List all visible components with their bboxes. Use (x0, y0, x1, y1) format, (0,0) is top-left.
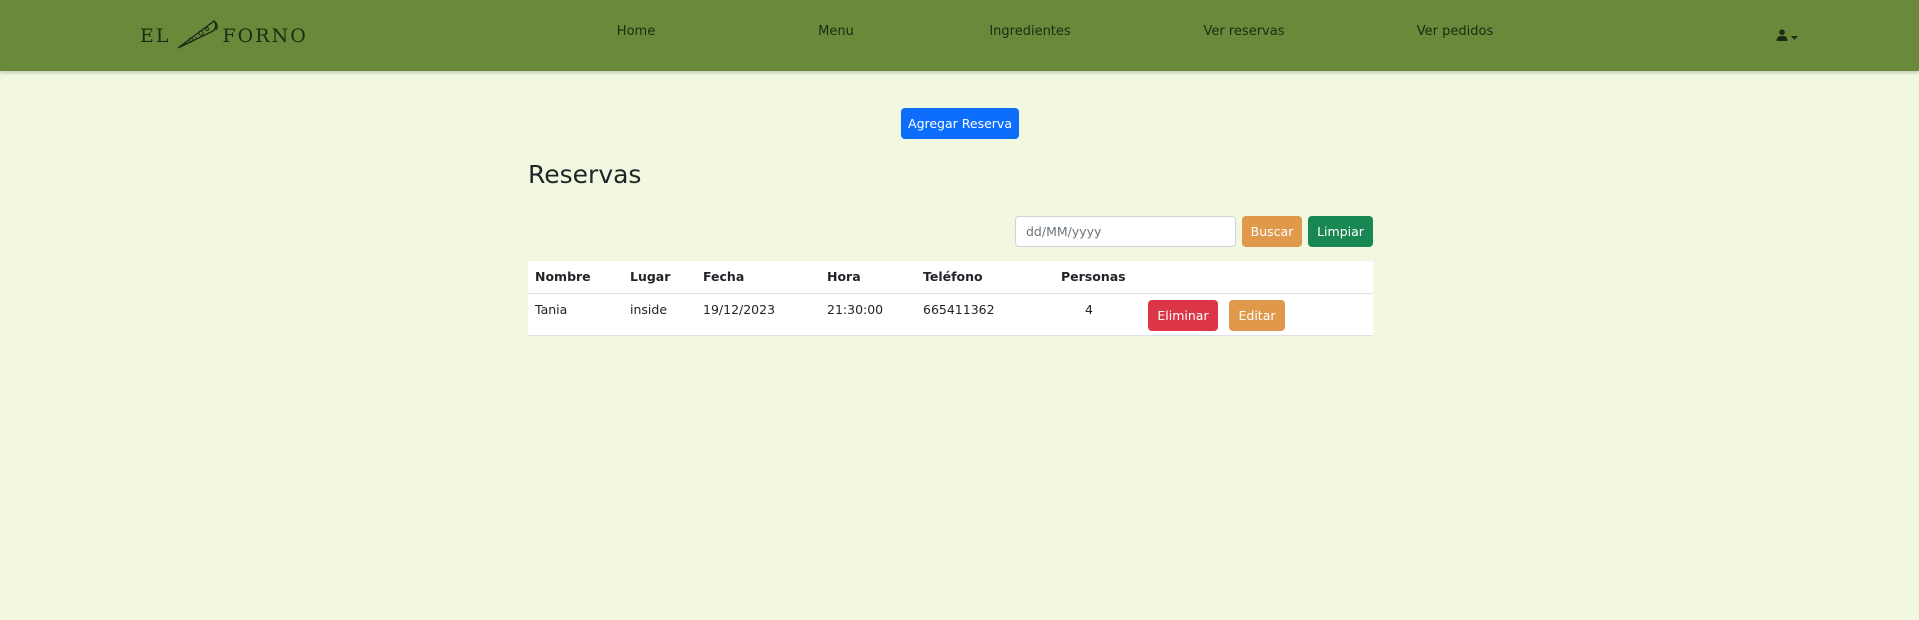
nav-link-home[interactable]: Home (617, 24, 655, 39)
page-title: Reservas (528, 160, 642, 189)
brand-text-left: EL (140, 25, 171, 47)
cell-telefono: 665411362 (923, 302, 995, 317)
navbar: EL FORNO Home Menu Ingredientes Ver rese… (0, 0, 1919, 71)
header-hora: Hora (827, 269, 861, 284)
brand-text-right: FORNO (222, 25, 308, 47)
brand-logo[interactable]: EL FORNO (140, 18, 308, 54)
header-fecha: Fecha (703, 269, 745, 284)
table-header-row: Nombre Lugar Fecha Hora Teléfono Persona… (528, 261, 1373, 294)
cell-personas: 4 (1085, 302, 1093, 317)
delete-button[interactable]: Eliminar (1148, 300, 1218, 331)
search-button[interactable]: Buscar (1242, 216, 1302, 247)
add-reserva-button[interactable]: Agregar Reserva (901, 108, 1019, 139)
date-search-input[interactable] (1015, 216, 1236, 247)
cell-hora: 21:30:00 (827, 302, 884, 317)
clear-button[interactable]: Limpiar (1308, 216, 1373, 247)
user-dropdown[interactable] (1776, 26, 1798, 45)
header-telefono: Teléfono (923, 269, 983, 284)
cell-lugar: inside (630, 302, 668, 317)
user-icon (1776, 26, 1788, 45)
header-lugar: Lugar (630, 269, 671, 284)
reservas-table: Nombre Lugar Fecha Hora Teléfono Persona… (528, 261, 1373, 336)
nav-link-menu[interactable]: Menu (818, 24, 854, 39)
pizza-slice-icon (175, 17, 219, 56)
cell-fecha: 19/12/2023 (703, 302, 776, 317)
header-personas: Personas (1061, 269, 1126, 284)
nav-link-ingredientes[interactable]: Ingredientes (989, 24, 1070, 39)
caret-down-icon (1791, 26, 1798, 45)
edit-button[interactable]: Editar (1229, 300, 1285, 331)
nav-link-ver-reservas[interactable]: Ver reservas (1204, 24, 1285, 39)
nav-link-ver-pedidos[interactable]: Ver pedidos (1417, 24, 1493, 39)
cell-nombre: Tania (535, 302, 568, 317)
table-row: Tania inside 19/12/2023 21:30:00 6654113… (528, 293, 1373, 336)
header-nombre: Nombre (535, 269, 591, 284)
